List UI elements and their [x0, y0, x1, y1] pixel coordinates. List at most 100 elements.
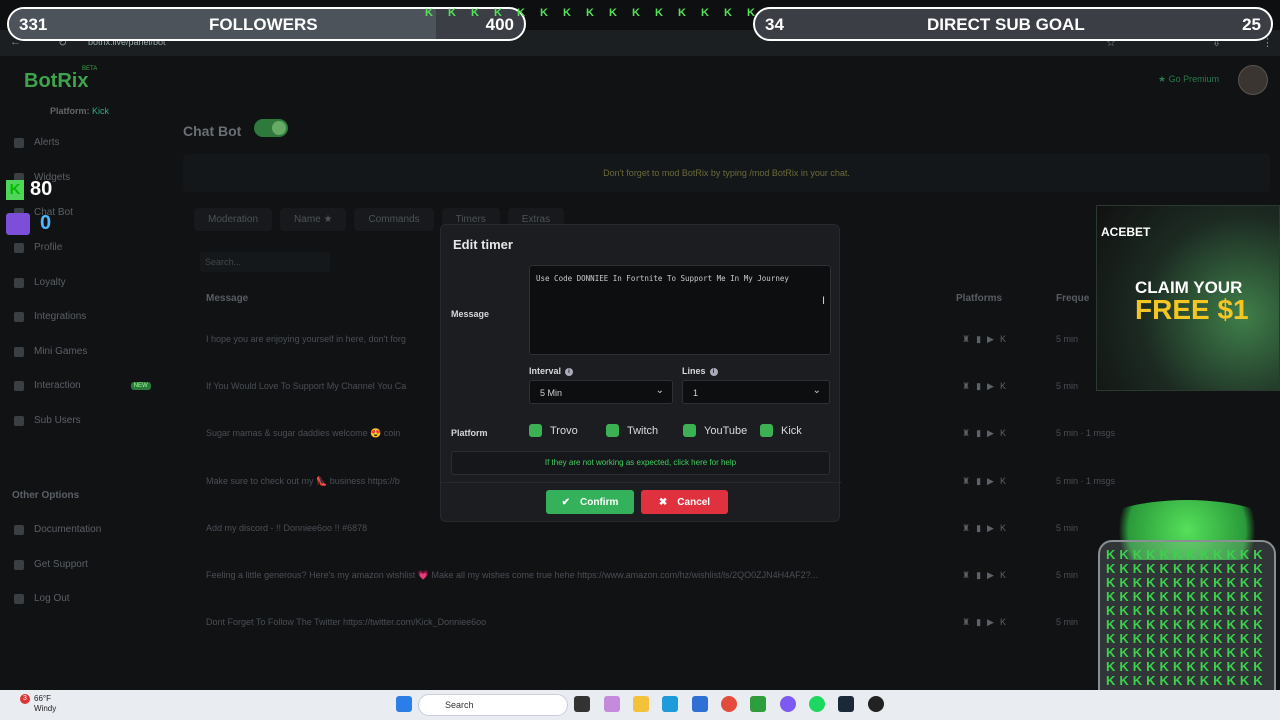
chevron-down-icon: ⌄ [812, 385, 821, 396]
lines-label: Lines i [682, 366, 718, 376]
info-icon[interactable]: i [709, 367, 718, 376]
sidebar-item-profile[interactable]: Profile [14, 242, 62, 253]
row-frequency: 5 min [1056, 334, 1079, 344]
chrome-icon[interactable] [721, 696, 737, 712]
dialog-title: Edit timer [453, 237, 513, 252]
obs-icon[interactable] [868, 696, 884, 712]
jar-contents: KKKKKKKKKKKKKKKKKKKKKKKKKKKKKKKKKKKKKKKK… [1106, 547, 1267, 702]
steam-icon[interactable] [838, 696, 854, 712]
profile-icon [14, 242, 24, 253]
followers-label: FOLLOWERS [209, 15, 318, 34]
cancel-button[interactable]: ✖ Cancel [641, 490, 728, 514]
file-explorer-icon[interactable] [633, 696, 649, 712]
table-row[interactable]: Add my discord - !! Donniee6oo !! #6878 [206, 523, 946, 533]
platform-icons: ♜▮▶K [962, 476, 1012, 486]
edge-icon[interactable] [662, 696, 678, 712]
sidebar-item-log-out[interactable]: Log Out [14, 593, 70, 604]
row-frequency: 5 min [1056, 617, 1079, 627]
sidebar-item-get-support[interactable]: Get Support [14, 559, 88, 570]
close-icon: ✖ [658, 496, 668, 508]
xbox-icon[interactable] [750, 696, 766, 712]
go-premium-link[interactable]: ★ Go Premium [1158, 74, 1219, 85]
logout-icon [14, 593, 24, 604]
confirm-button[interactable]: ✔ Confirm [546, 490, 634, 514]
sidebar-section-other: Other Options [12, 490, 80, 501]
sub-goal: 25 [1242, 15, 1261, 34]
checkbox-twitch[interactable]: Twitch [606, 424, 658, 437]
checkbox-kick[interactable]: Kick [760, 424, 802, 437]
platform-indicator: Platform: Kick [50, 106, 110, 116]
kick-icon: K [6, 179, 24, 200]
column-message: Message [206, 293, 249, 304]
column-frequency[interactable]: Freque [1056, 293, 1089, 304]
sidebar-item-integrations[interactable]: Integrations [14, 311, 86, 322]
search-input[interactable]: Search... [200, 252, 330, 272]
column-platforms[interactable]: Platforms [956, 293, 1002, 304]
lines-select[interactable]: 1 ⌄ [682, 380, 830, 404]
platform-icons: ♜▮▶K [962, 381, 1012, 391]
edit-timer-dialog: Edit timer Message Use Code DONNIEE In F… [440, 224, 841, 522]
promo-brand: ACEBET [1101, 225, 1151, 239]
taskbar-search[interactable]: Search [418, 694, 568, 716]
users-icon [14, 415, 24, 426]
sidebar-item-documentation[interactable]: Documentation [14, 524, 101, 535]
twitch-icon [6, 212, 30, 235]
botrix-logo[interactable]: BotRix [24, 70, 88, 93]
interval-select[interactable]: 5 Min ⌄ [529, 380, 673, 404]
chat-bot-toggle[interactable] [254, 119, 288, 137]
chevron-down-icon: ⌄ [655, 385, 664, 396]
support-icon [14, 559, 24, 570]
avatar[interactable] [1238, 65, 1268, 95]
platform-icons: ♜▮▶K [962, 334, 1012, 344]
weather-widget[interactable]: 3 66°F Windy [20, 694, 56, 714]
checkbox-youtube[interactable]: YouTube [683, 424, 747, 437]
windows-taskbar: 3 66°F Windy Search [0, 690, 1280, 720]
tab-name[interactable]: Name ★ [280, 208, 347, 231]
twitch-viewer-count: 0 [6, 212, 51, 235]
platform-icons: ♜▮▶K [962, 617, 1012, 627]
copilot-icon[interactable] [604, 696, 620, 712]
interval-label: Interval i [529, 366, 574, 376]
checkbox-checked[interactable] [529, 424, 542, 437]
row-frequency: 5 min · 1 msgs [1056, 476, 1116, 486]
info-icon[interactable]: i [565, 367, 574, 376]
checkbox-trovo[interactable]: Trovo [529, 424, 578, 437]
task-view-icon[interactable] [574, 696, 590, 712]
checkbox-checked[interactable] [606, 424, 619, 437]
followers-current: 331 [19, 15, 48, 34]
tab-moderation[interactable]: Moderation [194, 208, 273, 231]
platform-label: Platform [451, 428, 488, 438]
sidebar-item-mini-games[interactable]: Mini Games [14, 346, 87, 357]
table-row[interactable]: Feeling a little generous? Here's my ama… [206, 570, 946, 581]
discord-icon[interactable] [780, 696, 796, 712]
checkbox-checked[interactable] [683, 424, 696, 437]
spotify-icon[interactable] [809, 696, 825, 712]
windows-start-icon[interactable] [396, 696, 412, 712]
sub-goal-bar: 34 DIRECT SUB GOAL 25 [753, 7, 1273, 41]
text-cursor-icon: I [822, 295, 826, 307]
store-icon[interactable] [692, 696, 708, 712]
acebet-promo: ACEBET CLAIM YOUR FREE $1 [1096, 205, 1280, 391]
help-link[interactable]: If they are not working as expected, cli… [451, 451, 830, 475]
sidebar-item-alerts[interactable]: Alerts [14, 137, 60, 148]
notification-badge: 3 [20, 694, 30, 704]
checkbox-checked[interactable] [760, 424, 773, 437]
alerts-icon [14, 137, 24, 148]
message-label: Message [451, 309, 490, 319]
beta-tag: BETA [82, 66, 98, 72]
new-badge: NEW [130, 381, 151, 390]
sub-current: 34 [765, 15, 784, 34]
platform-icons: ♜▮▶K [962, 523, 1012, 533]
divider [441, 482, 841, 483]
sidebar-item-interaction[interactable]: Interaction NEW [14, 380, 151, 391]
row-frequency: 5 min [1056, 523, 1079, 533]
tab-commands[interactable]: Commands [354, 208, 434, 231]
promo-line-2: FREE $1 [1135, 294, 1249, 325]
sidebar-item-sub-users[interactable]: Sub Users [14, 415, 81, 426]
document-icon [14, 524, 24, 535]
table-row[interactable]: Dont Forget To Follow The Twitter https:… [206, 617, 946, 627]
sidebar-item-loyalty[interactable]: Loyalty [14, 277, 66, 288]
trophy-icon [14, 277, 24, 288]
integrations-icon [14, 311, 24, 322]
message-textarea[interactable]: Use Code DONNIEE In Fortnite To Support … [529, 265, 831, 355]
